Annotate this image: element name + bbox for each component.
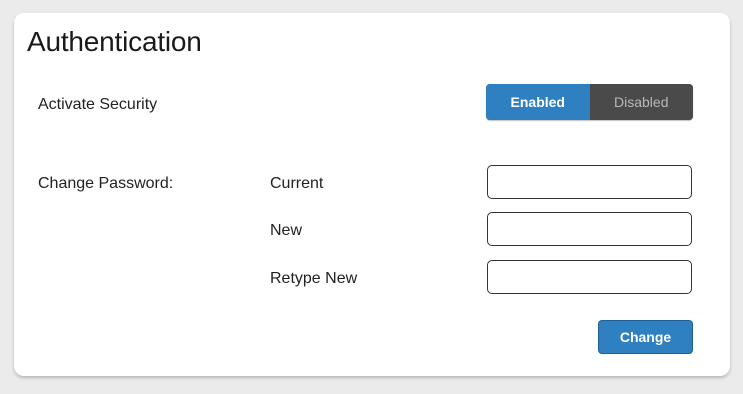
current-password-label: Current <box>270 175 324 192</box>
new-password-label: New <box>270 222 303 239</box>
change-password-button[interactable]: Change <box>598 320 693 354</box>
retype-password-label: Retype New <box>270 270 358 287</box>
toggle-enabled-option[interactable]: Enabled <box>486 84 590 120</box>
security-toggle: Enabled Disabled <box>486 84 693 120</box>
activate-security-label: Activate Security <box>38 96 158 113</box>
current-password-input[interactable] <box>487 165 692 199</box>
toggle-disabled-option[interactable]: Disabled <box>589 84 693 120</box>
change-password-label: Change Password: <box>38 175 174 192</box>
retype-password-input[interactable] <box>487 260 692 294</box>
panel-title: Authentication <box>27 26 202 57</box>
authentication-panel: Authentication Activate Security Enabled… <box>14 13 730 376</box>
new-password-input[interactable] <box>487 212 692 246</box>
